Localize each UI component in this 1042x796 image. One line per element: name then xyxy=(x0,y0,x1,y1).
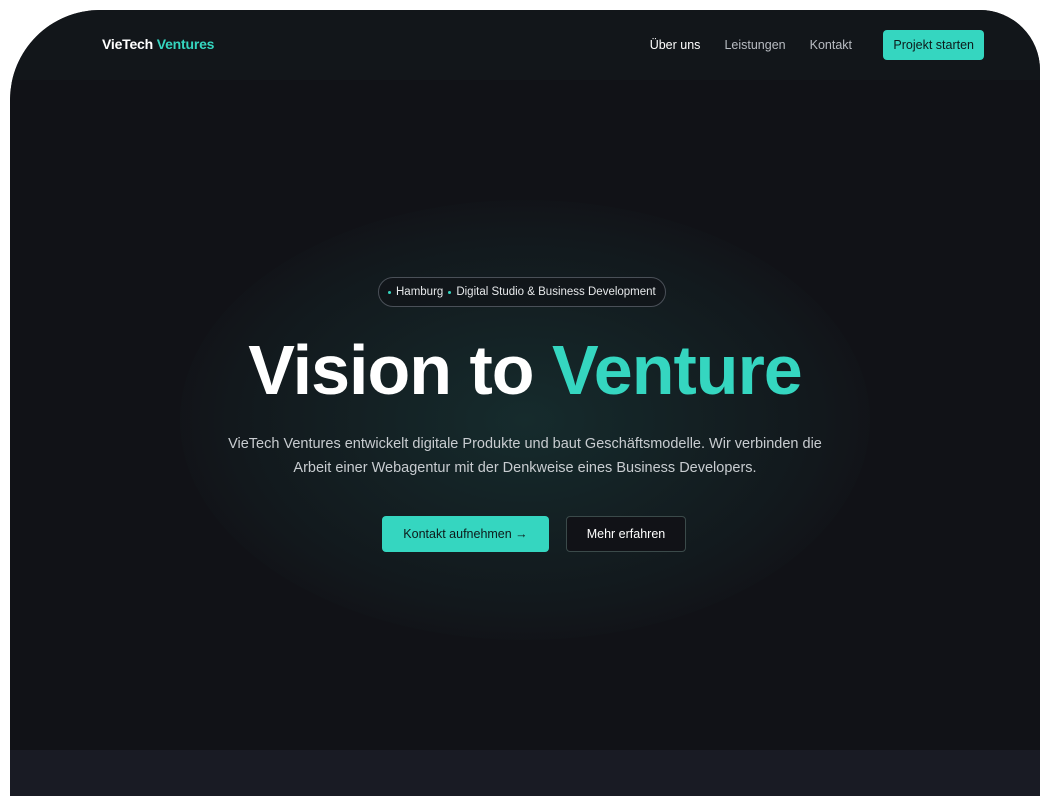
description-line-1: VieTech Ventures entwickelt digitale Pro… xyxy=(228,436,822,452)
accent-dot-icon xyxy=(448,290,452,294)
brand-name-accent: Ventures xyxy=(156,36,215,52)
brand-logo[interactable]: VieTech Ventures xyxy=(102,36,214,52)
top-navigation: VieTech Ventures Über uns Leistungen Kon… xyxy=(10,10,1040,80)
start-project-button[interactable]: Projekt starten xyxy=(883,30,984,60)
headline-accent: Venture xyxy=(551,331,803,409)
learn-more-button[interactable]: Mehr erfahren xyxy=(566,516,686,552)
description-line-2: Arbeit einer Webagentur mit der Denkweis… xyxy=(293,460,757,476)
hero-glow-background xyxy=(180,200,870,640)
nav-link-kontakt[interactable]: Kontakt xyxy=(810,38,852,52)
nav-link-leistungen[interactable]: Leistungen xyxy=(724,38,785,52)
hero-section: Hamburg Digital Studio & Business Develo… xyxy=(10,80,1040,750)
browser-viewport: VieTech Ventures Über uns Leistungen Kon… xyxy=(10,10,1040,796)
accent-dot-icon xyxy=(388,290,391,294)
hero-description: VieTech Ventures entwickelt digitale Pro… xyxy=(175,432,875,480)
next-section-preview xyxy=(10,750,1040,796)
nav-link-ueber-uns[interactable]: Über uns xyxy=(650,38,701,52)
hero-headline: Vision to Venture xyxy=(10,330,1040,410)
nav-links: Über uns Leistungen Kontakt xyxy=(650,38,852,52)
brand-name: VieTech xyxy=(102,36,153,52)
badge-location: Hamburg xyxy=(396,286,444,298)
contact-button[interactable]: Kontakt aufnehmen → xyxy=(382,516,549,552)
badge-text: Digital Studio & Business Development xyxy=(456,286,656,298)
location-badge: Hamburg Digital Studio & Business Develo… xyxy=(378,277,666,307)
headline-plain: Vision to xyxy=(248,331,534,409)
